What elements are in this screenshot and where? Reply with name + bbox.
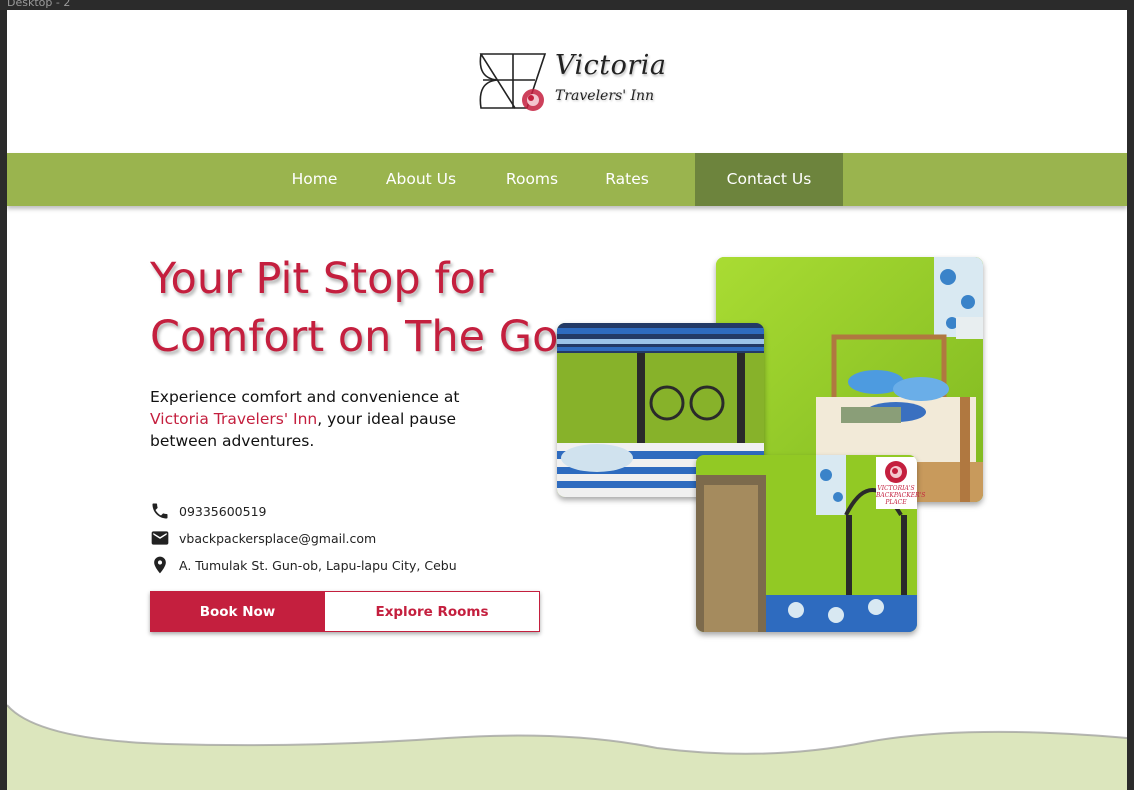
frame-label: Desktop - 2 bbox=[7, 0, 71, 9]
nav-rooms[interactable]: Rooms bbox=[492, 153, 572, 206]
contact-address-row[interactable]: A. Tumulak St. Gun-ob, Lapu-lapu City, C… bbox=[150, 554, 457, 576]
nav-home[interactable]: Home bbox=[272, 153, 357, 206]
nav-rates[interactable]: Rates bbox=[592, 153, 662, 206]
contact-email-row[interactable]: vbackpackersplace@gmail.com bbox=[150, 527, 376, 549]
brand-name: Victoria bbox=[555, 50, 667, 81]
footer-wave bbox=[7, 704, 1127, 790]
contact-phone-row[interactable]: 09335600519 bbox=[150, 500, 266, 522]
location-pin-icon bbox=[154, 556, 166, 574]
badge-logo-icon: VICTORIA'S BACKPACKER'S PLACE bbox=[876, 457, 926, 507]
hero-title-line1: Your Pit Stop for bbox=[150, 254, 494, 304]
explore-rooms-button[interactable]: Explore Rooms bbox=[325, 591, 540, 632]
brand-logo[interactable]: Victoria Travelers' Inn bbox=[475, 48, 666, 118]
badge-text: VICTORIA'S BACKPACKER'S PLACE bbox=[876, 485, 926, 506]
page-canvas: Victoria Travelers' Inn Home About Us Ro… bbox=[7, 10, 1127, 790]
contact-email: vbackpackersplace@gmail.com bbox=[179, 530, 377, 546]
mail-icon bbox=[151, 531, 169, 545]
hero-cta-group: Book Now Explore Rooms bbox=[150, 591, 540, 632]
brand-subtitle: Travelers' Inn bbox=[555, 88, 655, 104]
book-now-button[interactable]: Book Now bbox=[150, 591, 325, 632]
hero-title-line2: Comfort on The Go bbox=[150, 312, 559, 362]
logo-mark-icon bbox=[479, 53, 547, 111]
contact-phone: 09335600519 bbox=[179, 503, 267, 519]
nav-contact-us[interactable]: Contact Us bbox=[695, 153, 843, 206]
main-nav: Home About Us Rooms Rates Contact Us bbox=[7, 153, 1127, 206]
phone-icon bbox=[152, 503, 168, 519]
nav-about-us[interactable]: About Us bbox=[375, 153, 467, 206]
hero-desc-pre: Experience comfort and convenience at bbox=[150, 388, 460, 406]
hero-desc-brand: Victoria Travelers' Inn bbox=[150, 410, 318, 428]
hero-description: Experience comfort and convenience at Vi… bbox=[150, 386, 505, 452]
hero-title: Your Pit Stop for Comfort on The Go bbox=[150, 250, 570, 366]
contact-address: A. Tumulak St. Gun-ob, Lapu-lapu City, C… bbox=[179, 557, 457, 573]
